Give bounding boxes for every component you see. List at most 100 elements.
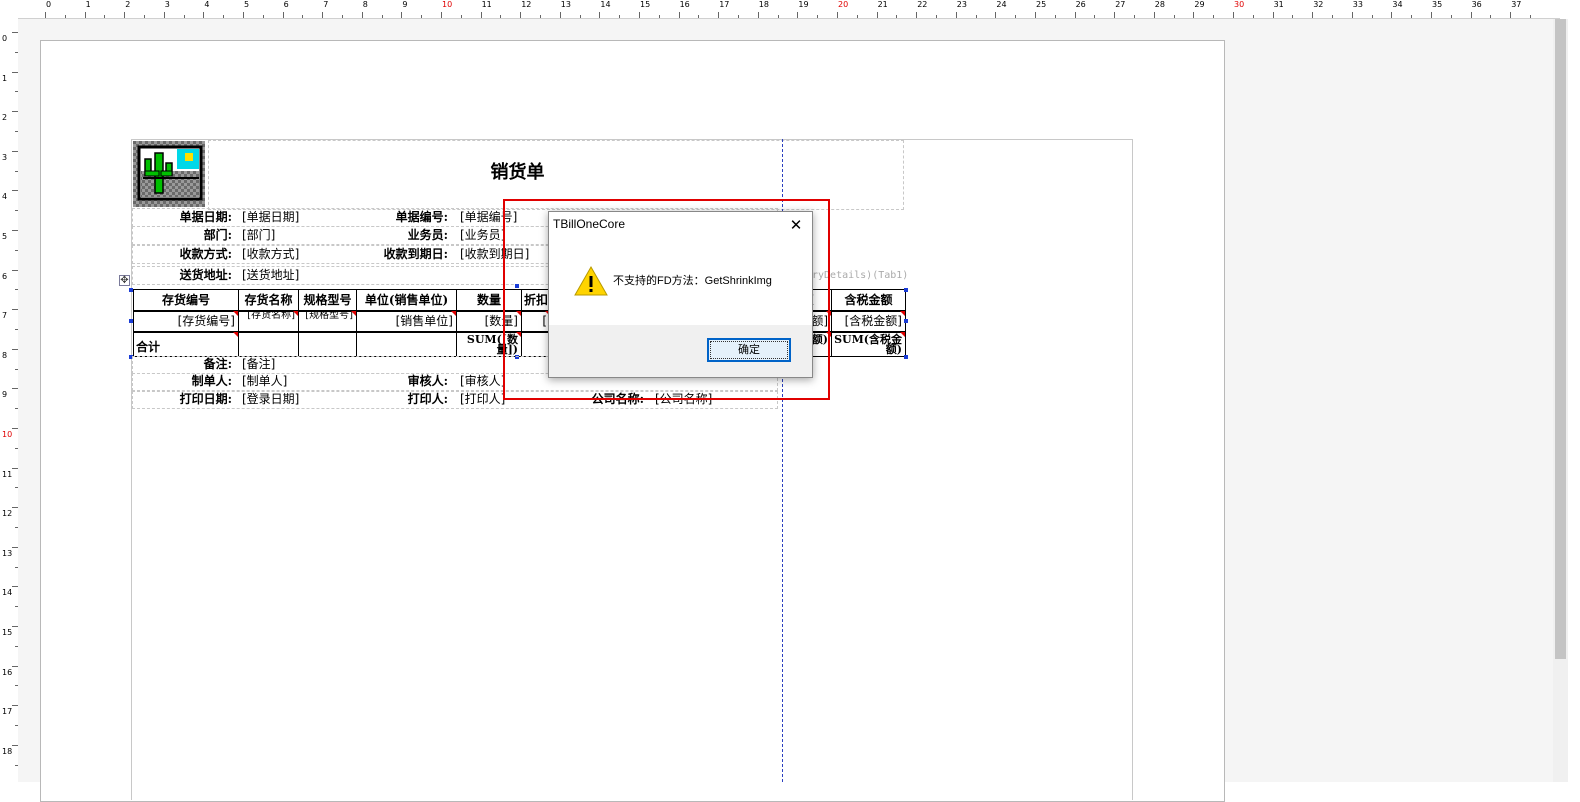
ruler-major-tick <box>639 12 640 18</box>
field-value[interactable]: [审核人] <box>460 373 505 389</box>
field-value[interactable]: [送货地址] <box>242 267 299 283</box>
ruler-number: 8 <box>2 350 8 360</box>
ruler-number: 6 <box>283 0 289 9</box>
ruler-number: 11 <box>481 0 492 9</box>
total-cell[interactable] <box>238 331 299 357</box>
cell-text: 合计 <box>136 340 161 354</box>
table-header-cell[interactable]: 存货名称 <box>238 289 299 312</box>
ruler-number: 18 <box>2 746 13 756</box>
ruler-number: 12 <box>521 0 532 9</box>
ok-button[interactable]: 确定 <box>707 338 791 362</box>
cell-text: 存货编号 <box>161 293 210 307</box>
table-header-cell[interactable]: 单位(销售单位) <box>356 289 457 312</box>
ruler-minor-tick <box>64 15 66 18</box>
total-cell[interactable] <box>356 331 457 357</box>
field-value[interactable]: [收款方式] <box>242 246 299 262</box>
field-marker-icon <box>900 311 905 316</box>
table-header-cell[interactable]: 规格型号 <box>298 289 357 312</box>
ruler-major-tick <box>797 12 799 18</box>
selection-handle[interactable] <box>904 288 908 292</box>
ruler-minor-tick <box>738 15 739 18</box>
ruler-number: 28 <box>1154 0 1165 9</box>
ruler-number: 4 <box>2 192 8 202</box>
detail-cell[interactable]: [规格型号] <box>298 310 357 333</box>
selection-handle[interactable] <box>129 288 133 292</box>
ruler-number: 15 <box>640 0 651 9</box>
field-label: 部门: <box>203 228 232 242</box>
ruler-minor-tick <box>1371 15 1373 18</box>
ruler-major-tick <box>1510 12 1512 18</box>
ruler-major-tick <box>1312 12 1314 18</box>
ruler-major-tick <box>480 12 482 18</box>
ruler-minor-tick <box>223 15 225 18</box>
warning-icon <box>574 265 608 297</box>
close-icon[interactable]: ✕ <box>785 215 807 235</box>
ruler-number: 2 <box>2 113 8 123</box>
ruler-minor-tick <box>1411 15 1413 18</box>
vertical-scrollbar[interactable] <box>1553 19 1568 782</box>
ruler-major-tick <box>1114 12 1116 18</box>
table-header-cell[interactable]: 存货编号 <box>133 289 239 312</box>
scrollbar-thumb[interactable] <box>1555 19 1566 659</box>
field-value[interactable]: [部门] <box>242 227 275 243</box>
ruler-minor-tick <box>975 15 977 18</box>
ruler-number: 10 <box>442 0 453 9</box>
cell-text: SUM(含税金额) <box>834 333 902 356</box>
detail-cell[interactable]: [含税金额] <box>831 310 906 333</box>
ruler-minor-tick <box>579 15 581 18</box>
horizontal-ruler: 0 1 2 3 4 5 6 7 8 9 10 11 12 13 14 15 16 17 18 19 20 21 22 23 24… <box>0 0 1560 19</box>
ruler-minor-tick <box>1173 15 1175 18</box>
total-cell[interactable]: 合计 <box>133 331 239 357</box>
vertical-ruler: 0 1 2 3 4 5 6 7 8 9 10 11 12 13 14 15 16 17 18 <box>0 18 19 782</box>
ruler-major-tick <box>322 12 324 18</box>
ruler-number: 8 <box>362 0 368 9</box>
field-value[interactable]: [制单人] <box>242 373 287 389</box>
ruler-major-tick <box>718 12 720 18</box>
total-cell[interactable]: SUM(含税金额) <box>831 331 906 357</box>
field-value[interactable]: [打印人] <box>460 391 505 407</box>
ruler-major-tick <box>1153 12 1155 18</box>
field-label: 送货地址: <box>179 268 232 282</box>
ruler-number: 27 <box>1115 0 1126 9</box>
table-header-cell[interactable]: 含税金额 <box>831 289 906 312</box>
ruler-number: 11 <box>2 469 13 479</box>
total-cell[interactable] <box>298 331 357 357</box>
selection-handle[interactable] <box>904 319 908 323</box>
detail-cell[interactable]: [存货编号] <box>133 310 239 333</box>
ruler-minor-tick <box>1134 15 1135 18</box>
ruler-number: 7 <box>2 311 8 321</box>
ruler-number: 3 <box>2 152 8 162</box>
ruler-number: 2 <box>125 0 131 9</box>
ruler-minor-tick <box>817 15 819 18</box>
field-value[interactable]: [业务员] <box>460 227 505 243</box>
ruler-minor-tick <box>856 15 858 18</box>
ruler-number: 12 <box>2 509 13 519</box>
logo-image[interactable] <box>133 141 205 207</box>
detail-cell[interactable]: [销售单位] <box>356 310 457 333</box>
field-value[interactable]: [单据日期] <box>242 209 299 225</box>
ruler-number: 14 <box>600 0 611 9</box>
ruler-major-tick <box>243 12 244 18</box>
ruler-number: 0 <box>2 34 8 43</box>
ruler-minor-tick <box>1450 15 1452 18</box>
move-handle-icon[interactable]: ✥ <box>119 275 130 286</box>
ruler-major-tick <box>163 12 165 18</box>
selection-handle[interactable] <box>129 319 133 323</box>
ruler-major-tick <box>599 12 601 18</box>
report-title[interactable]: 销货单 <box>470 161 565 185</box>
detail-cell[interactable]: [存货名称] <box>238 310 299 333</box>
ruler-minor-tick <box>460 15 462 18</box>
selection-handle[interactable] <box>904 355 908 359</box>
ruler-major-tick <box>1391 12 1393 18</box>
ruler-number: 4 <box>204 0 210 9</box>
ruler-minor-tick <box>381 15 383 18</box>
ruler-major-tick <box>1233 12 1234 18</box>
ruler-number: 17 <box>2 707 13 717</box>
field-marker-icon <box>900 332 905 337</box>
field-value[interactable]: [登录日期] <box>242 391 299 407</box>
ruler-major-tick <box>124 12 126 18</box>
field-value[interactable]: [备注] <box>242 356 275 372</box>
ruler-number: 26 <box>1075 0 1086 9</box>
ruler-minor-tick <box>619 15 621 18</box>
ruler-minor-tick <box>1213 15 1215 18</box>
